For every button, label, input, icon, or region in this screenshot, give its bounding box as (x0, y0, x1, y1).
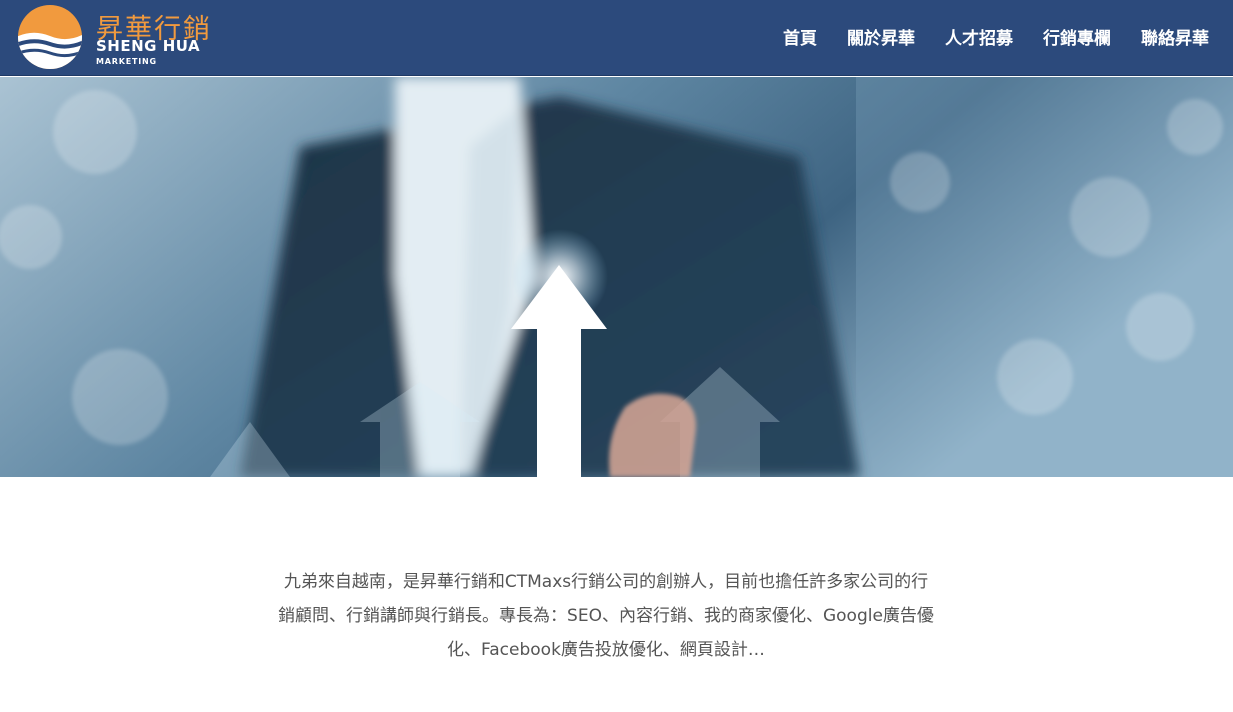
nav-item-careers[interactable]: 人才招募 (945, 24, 1013, 49)
hero-image (0, 77, 1233, 477)
nav-item-blog[interactable]: 行銷專欄 (1043, 24, 1111, 49)
nav-item-contact[interactable]: 聯絡昇華 (1141, 24, 1209, 49)
logo-name-en: SHENG HUA (96, 37, 201, 55)
intro-paragraph: 九弟來自越南，是昇華行銷和CTMaxs行銷公司的創辦人，目前也擔任許多家公司的行… (278, 572, 934, 660)
logo-tagline: MARKETING (96, 57, 157, 66)
sunrise-wave-logo-icon (18, 5, 82, 69)
main-nav: 首頁 關於昇華 人才招募 行銷專欄 聯絡昇華 (783, 0, 1209, 72)
nav-item-about[interactable]: 關於昇華 (847, 24, 915, 49)
site-logo[interactable]: 昇華行銷 SHENG HUA MARKETING (16, 3, 216, 71)
site-header: 昇華行銷 SHENG HUA MARKETING 首頁 關於昇華 人才招募 行銷… (0, 0, 1233, 76)
nav-item-home[interactable]: 首頁 (783, 24, 817, 49)
hero-banner (0, 77, 1233, 477)
